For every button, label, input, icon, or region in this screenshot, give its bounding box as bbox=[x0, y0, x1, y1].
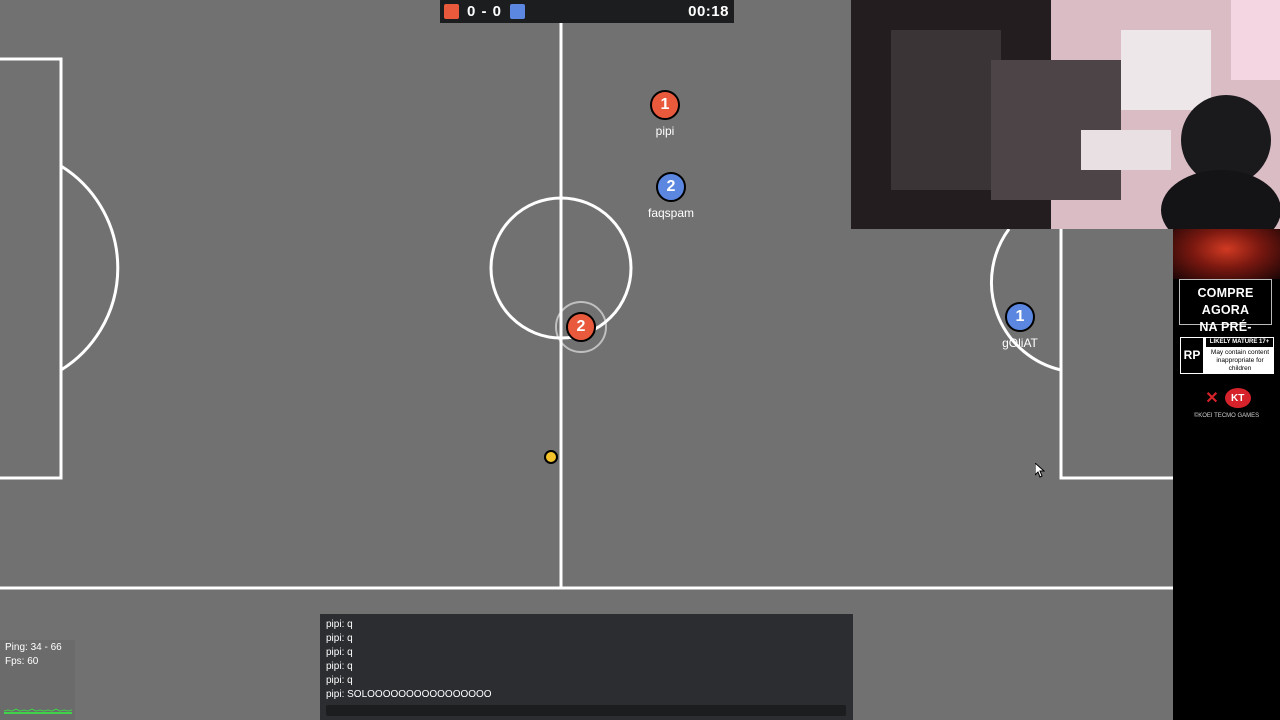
esrb-rating-badge: RP LIKELY MATURE 17+ May contain content… bbox=[1179, 336, 1275, 375]
player-number: 2 bbox=[666, 178, 676, 195]
player-disc: 1 bbox=[650, 90, 680, 120]
chat-message: pipi: q bbox=[326, 633, 353, 644]
left-penalty-box bbox=[0, 57, 63, 480]
fps-graph bbox=[4, 700, 72, 714]
chat-panel: pipi: q pipi: q pipi: q pipi: q pipi: q … bbox=[320, 614, 853, 720]
ping-readout: Ping: 34 - 66 bbox=[5, 642, 62, 653]
player-name: pipi bbox=[655, 124, 675, 138]
chat-message: pipi: q bbox=[326, 647, 353, 658]
player-disc: 1 bbox=[1005, 302, 1035, 332]
player-number: 1 bbox=[1015, 308, 1025, 325]
player-disc-controlled: 2 bbox=[566, 312, 596, 342]
fps-readout: Fps: 60 bbox=[5, 656, 39, 667]
chat-message: pipi: q bbox=[326, 675, 353, 686]
webcam-scene bbox=[851, 0, 1280, 229]
performance-stats: Ping: 34 - 66 Fps: 60 bbox=[0, 640, 75, 720]
player-number: 2 bbox=[576, 318, 586, 335]
rating-code: RP bbox=[1181, 338, 1203, 373]
left-penalty-arc bbox=[60, 164, 120, 372]
mouse-pointer-icon bbox=[1035, 463, 1045, 478]
chat-message: pipi: q bbox=[326, 619, 353, 630]
ad-logos: ✕ KT bbox=[1193, 387, 1263, 409]
ad-cta-line1: COMPRE AGORA bbox=[1197, 286, 1254, 317]
score-text: 0 - 0 bbox=[467, 3, 503, 20]
chat-input[interactable] bbox=[326, 705, 846, 716]
ad-artwork bbox=[1173, 229, 1280, 279]
red-team-icon bbox=[444, 4, 459, 19]
chat-message: pipi: q bbox=[326, 661, 353, 672]
koei-tecmo-logo-icon: KT bbox=[1224, 388, 1251, 408]
player-disc: 2 bbox=[656, 172, 686, 202]
webcam-overlay bbox=[851, 0, 1280, 229]
chat-messages: pipi: q pipi: q pipi: q pipi: q pipi: q … bbox=[320, 614, 853, 702]
ad-banner[interactable]: COMPRE AGORA NA PRÉ-VENDA RP LIKELY MATU… bbox=[1173, 229, 1280, 720]
rating-description: May contain content inappropriate for ch… bbox=[1210, 349, 1270, 372]
player-name: gOliAT bbox=[1002, 336, 1038, 350]
player-number: 1 bbox=[660, 96, 670, 113]
chat-message: pipi: SOLOOOOOOOOOOOOOOOO bbox=[326, 689, 492, 700]
team-ninja-logo-icon: ✕ bbox=[1205, 390, 1219, 407]
right-penalty-box bbox=[1059, 229, 1173, 480]
ball bbox=[544, 450, 558, 464]
match-timer: 00:18 bbox=[688, 3, 729, 20]
ad-copyright: ©KOEI TECMO GAMES bbox=[1193, 413, 1260, 419]
rating-title: LIKELY MATURE 17+ bbox=[1206, 338, 1273, 347]
scoreboard: 0 - 0 00:18 bbox=[440, 0, 734, 23]
blue-team-icon bbox=[510, 4, 526, 19]
player-name: faqspam bbox=[647, 206, 695, 220]
ad-preorder-button[interactable]: COMPRE AGORA NA PRÉ-VENDA bbox=[1179, 279, 1272, 351]
